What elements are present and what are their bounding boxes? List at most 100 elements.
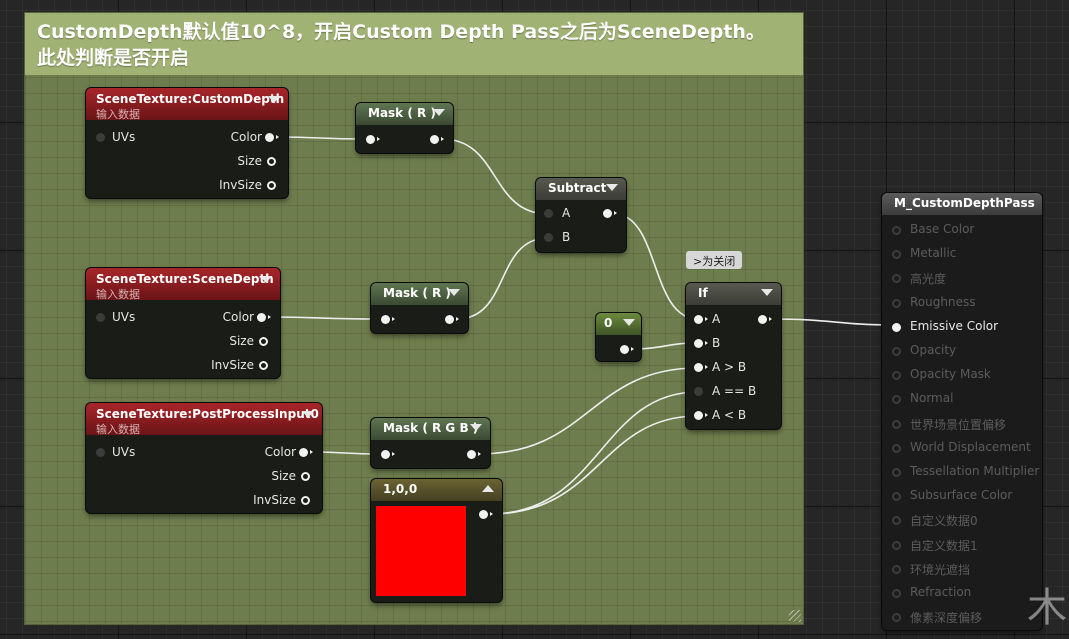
color-output-pin[interactable] xyxy=(265,133,279,142)
input-agtb-pin[interactable] xyxy=(694,363,708,372)
chevron-down-icon[interactable] xyxy=(448,289,460,296)
result-pin-4[interactable] xyxy=(892,322,901,332)
result-pin-label: 环境光遮挡 xyxy=(910,562,971,577)
node-mask-rgb[interactable]: Mask ( R G B ) xyxy=(371,418,490,468)
input-pin[interactable] xyxy=(366,135,380,144)
wire-customdepth-mask1 xyxy=(276,136,364,140)
result-pin-16[interactable] xyxy=(892,613,901,623)
node-scenetexture-scenedepth[interactable]: SceneTexture:SceneDepth 输入数据 UVs Color S… xyxy=(86,268,280,378)
result-pin-1[interactable] xyxy=(892,250,901,260)
chevron-down-icon[interactable] xyxy=(433,109,445,116)
result-pin-label: 自定义数据1 xyxy=(910,538,978,553)
result-pin-2[interactable] xyxy=(892,274,901,284)
input-a-pin[interactable] xyxy=(544,209,553,218)
invsize-output-pin[interactable] xyxy=(267,181,276,190)
node-title: Mask ( R G B ) xyxy=(383,421,479,435)
result-pin-label: Metallic xyxy=(910,246,957,261)
node-title: SceneTexture:CustomDepth xyxy=(96,92,285,106)
node-constant-0[interactable]: 0 xyxy=(596,313,641,361)
input-pin[interactable] xyxy=(381,450,395,459)
result-pin-label: 自定义数据0 xyxy=(910,514,978,529)
wire-scenedepth-mask2 xyxy=(268,316,379,320)
size-output-pin[interactable] xyxy=(267,157,276,166)
uvs-input-pin[interactable] xyxy=(96,133,105,142)
chevron-down-icon[interactable] xyxy=(761,289,773,296)
output-pin[interactable] xyxy=(479,510,493,519)
result-pin-label: 高光度 xyxy=(910,272,947,287)
chevron-down-icon[interactable] xyxy=(302,411,314,418)
if-node-tooltip: >为关闭 xyxy=(686,251,743,269)
output-pin[interactable] xyxy=(758,315,772,324)
result-pin-7[interactable] xyxy=(892,395,901,405)
input-a-pin[interactable] xyxy=(694,315,708,324)
result-pin-5[interactable] xyxy=(892,347,901,356)
output-pin[interactable] xyxy=(467,450,481,459)
uvs-input-pin[interactable] xyxy=(96,313,105,322)
wire-color-if-altb xyxy=(489,415,699,515)
result-pin-label: Opacity Mask xyxy=(910,367,991,382)
result-pin-label: Normal xyxy=(910,391,954,406)
invsize-output-pin[interactable] xyxy=(301,496,310,505)
result-pin-label: Tessellation Multiplier xyxy=(910,464,1040,478)
input-pin[interactable] xyxy=(381,315,395,324)
node-title: SceneTexture:SceneDepth xyxy=(96,272,274,286)
output-pin[interactable] xyxy=(430,135,444,144)
result-pin-15[interactable] xyxy=(892,589,901,598)
output-pin[interactable] xyxy=(603,209,617,218)
result-pin-11[interactable] xyxy=(892,492,901,502)
chevron-down-icon[interactable] xyxy=(470,424,482,431)
result-pin-10[interactable] xyxy=(892,468,901,477)
result-pin-label: 像素深度偏移 xyxy=(910,611,983,626)
result-pin-3[interactable] xyxy=(892,298,901,308)
chevron-up-icon[interactable] xyxy=(482,485,494,492)
node-mask-r-2[interactable]: Mask ( R ) xyxy=(371,283,468,333)
input-a-label: A xyxy=(562,206,571,220)
uvs-label: UVs xyxy=(112,445,136,459)
result-pin-0[interactable] xyxy=(892,226,901,235)
result-pin-12[interactable] xyxy=(892,516,901,526)
size-output-label: Size xyxy=(271,469,296,483)
input-b-pin[interactable] xyxy=(544,233,553,242)
size-output-label: Size xyxy=(229,334,254,348)
node-scenetexture-customdepth[interactable]: SceneTexture:CustomDepth 输入数据 UVs Color … xyxy=(86,88,288,198)
node-subtract[interactable]: Subtract A B xyxy=(536,178,626,252)
size-output-pin[interactable] xyxy=(259,337,268,346)
result-pin-label: Emissive Color xyxy=(910,318,999,333)
result-pin-label: Subsurface Color xyxy=(910,488,1013,503)
input-b-label: B xyxy=(562,230,571,244)
wire-mask2-subtract-b xyxy=(456,237,549,320)
result-pin-8[interactable] xyxy=(892,419,901,429)
chevron-down-icon[interactable] xyxy=(623,319,635,326)
node-title: SceneTexture:PostProcessInput0 xyxy=(96,407,319,421)
watermark: 木 xyxy=(1027,585,1067,631)
invsize-output-pin[interactable] xyxy=(259,361,268,370)
node-material-result[interactable]: M_CustomDepthPass Base Color Metallic 高光度 R… xyxy=(882,193,1042,630)
node-constant-color[interactable]: 1,0,0 xyxy=(371,479,502,602)
result-pin-6[interactable] xyxy=(892,371,901,381)
input-aeqb-pin[interactable] xyxy=(694,387,703,396)
chevron-down-icon[interactable] xyxy=(268,96,280,103)
size-output-pin[interactable] xyxy=(301,472,310,481)
input-b-label: B xyxy=(712,336,721,350)
size-output-label: Size xyxy=(237,154,262,168)
node-if[interactable]: If A B A > B A == B A < B xyxy=(686,283,781,429)
result-pin-label: Opacity xyxy=(910,343,957,357)
color-output-pin[interactable] xyxy=(299,448,313,457)
input-altb-label: A < B xyxy=(712,408,747,422)
output-pin[interactable] xyxy=(620,345,634,354)
uvs-input-pin[interactable] xyxy=(96,448,105,457)
node-title: If xyxy=(698,286,708,300)
color-output-pin[interactable] xyxy=(257,313,271,322)
node-mask-r-1[interactable]: Mask ( R ) xyxy=(356,103,453,153)
chevron-down-icon[interactable] xyxy=(260,276,272,283)
result-pin-14[interactable] xyxy=(892,564,901,574)
chevron-down-icon[interactable] xyxy=(606,184,618,191)
output-pin[interactable] xyxy=(445,315,459,324)
input-b-pin[interactable] xyxy=(694,339,708,348)
input-altb-pin[interactable] xyxy=(694,411,708,420)
result-pin-9[interactable] xyxy=(892,443,901,453)
node-scenetexture-postprocessinput0[interactable]: SceneTexture:PostProcessInput0 输入数据 UVs … xyxy=(86,403,322,513)
color-swatch xyxy=(376,506,466,596)
result-pin-label: Roughness xyxy=(910,294,976,309)
result-pin-13[interactable] xyxy=(892,540,901,550)
